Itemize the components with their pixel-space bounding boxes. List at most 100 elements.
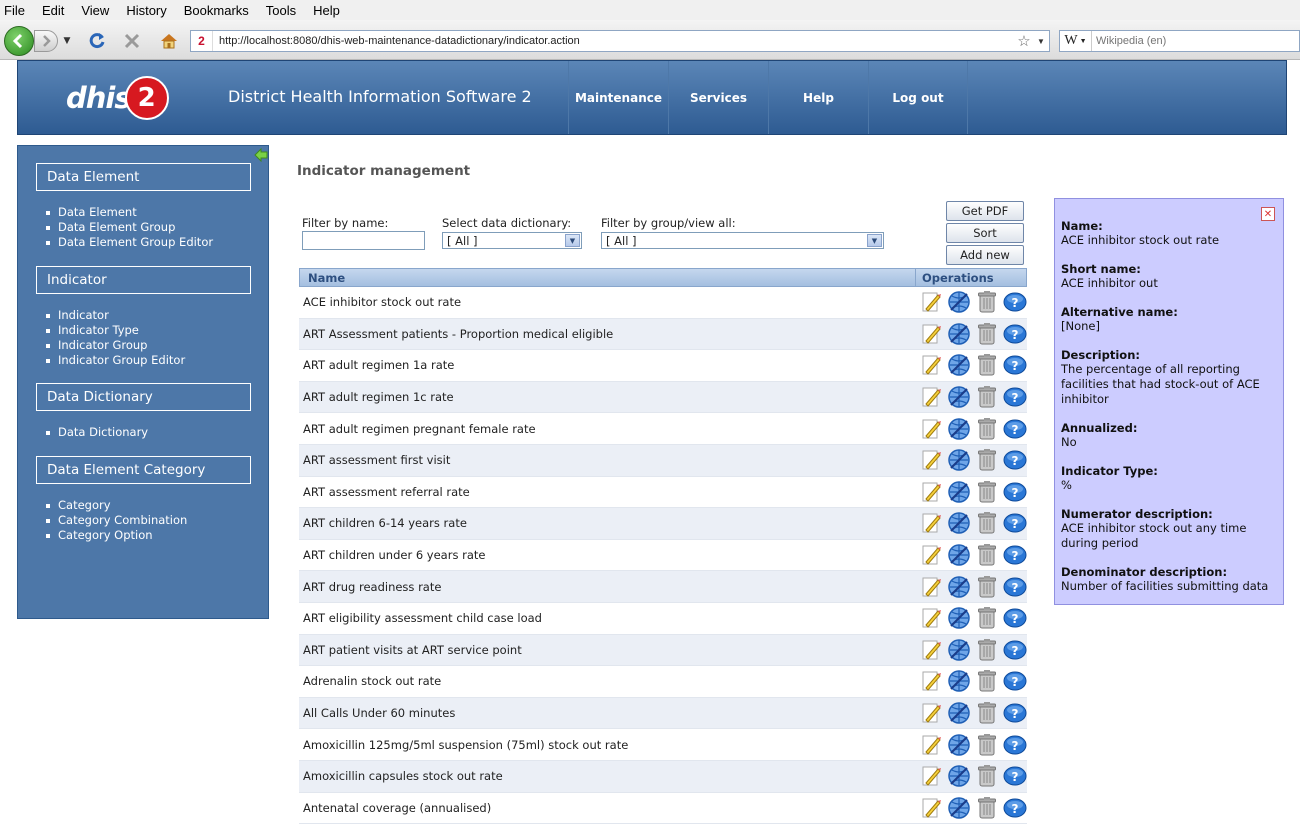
table-row[interactable]: ACE inhibitor stock out rate? [299, 287, 1027, 319]
sort-button[interactable]: Sort [946, 223, 1024, 243]
reload-button[interactable] [85, 29, 109, 53]
delete-icon[interactable] [974, 321, 999, 346]
table-row[interactable]: ART children 6-14 years rate? [299, 508, 1027, 540]
info-icon[interactable]: ? [1002, 701, 1027, 726]
chevron-down-icon[interactable]: ▼ [565, 234, 580, 247]
dictionary-select[interactable]: [ All ] ▼ [442, 232, 582, 249]
delete-icon[interactable] [974, 290, 999, 315]
menu-view[interactable]: View [81, 3, 109, 18]
url-text[interactable]: http://localhost:8080/dhis-web-maintenan… [219, 35, 1015, 47]
header-menu-help[interactable]: Help [768, 61, 868, 134]
header-menu-maintenance[interactable]: Maintenance [568, 61, 668, 134]
edit-icon[interactable] [918, 669, 943, 694]
edit-icon[interactable] [918, 448, 943, 473]
table-row[interactable]: ART drug readiness rate? [299, 571, 1027, 603]
edit-icon[interactable] [918, 479, 943, 504]
sidebar-item-data-element-group[interactable]: Data Element Group [46, 220, 213, 235]
table-row[interactable]: ART assessment first visit? [299, 445, 1027, 477]
table-row[interactable]: ART eligibility assessment child case lo… [299, 603, 1027, 635]
edit-icon[interactable] [918, 321, 943, 346]
info-icon[interactable]: ? [1002, 795, 1027, 820]
table-row[interactable]: All Calls Under 60 minutes? [299, 698, 1027, 730]
edit-icon[interactable] [918, 732, 943, 757]
filter-name-input[interactable] [302, 231, 425, 250]
group-select[interactable]: [ All ] ▼ [601, 232, 884, 249]
translate-icon[interactable] [946, 637, 971, 662]
info-icon[interactable]: ? [1002, 321, 1027, 346]
sidebar-item-category-option[interactable]: Category Option [46, 528, 187, 543]
collapse-sidebar-icon[interactable] [254, 148, 268, 162]
info-icon[interactable]: ? [1002, 353, 1027, 378]
info-icon[interactable]: ? [1002, 448, 1027, 473]
translate-icon[interactable] [946, 479, 971, 504]
table-row[interactable]: ART adult regimen pregnant female rate? [299, 413, 1027, 445]
edit-icon[interactable] [918, 574, 943, 599]
menu-edit[interactable]: Edit [42, 3, 64, 18]
delete-icon[interactable] [974, 606, 999, 631]
delete-icon[interactable] [974, 669, 999, 694]
bookmark-star-icon[interactable]: ☆ [1015, 32, 1033, 50]
history-dropdown-button[interactable]: ▼ [60, 32, 74, 50]
edit-icon[interactable] [918, 290, 943, 315]
edit-icon[interactable] [918, 764, 943, 789]
info-icon[interactable]: ? [1002, 290, 1027, 315]
sidebar-item-indicator-group-editor[interactable]: Indicator Group Editor [46, 353, 185, 368]
menu-tools[interactable]: Tools [266, 3, 296, 18]
sidebar-item-category-combination[interactable]: Category Combination [46, 513, 187, 528]
home-button[interactable] [157, 29, 181, 53]
table-row[interactable]: ART children under 6 years rate? [299, 540, 1027, 572]
translate-icon[interactable] [946, 795, 971, 820]
add-new-button[interactable]: Add new [946, 245, 1024, 265]
translate-icon[interactable] [946, 416, 971, 441]
forward-button[interactable] [34, 30, 58, 52]
info-icon[interactable]: ? [1002, 543, 1027, 568]
table-row[interactable]: ART adult regimen 1a rate? [299, 350, 1027, 382]
get-pdf-button[interactable]: Get PDF [946, 201, 1024, 221]
translate-icon[interactable] [946, 321, 971, 346]
translate-icon[interactable] [946, 732, 971, 757]
delete-icon[interactable] [974, 353, 999, 378]
delete-icon[interactable] [974, 385, 999, 410]
translate-icon[interactable] [946, 511, 971, 536]
delete-icon[interactable] [974, 637, 999, 662]
close-icon[interactable]: ✕ [1261, 207, 1275, 221]
translate-icon[interactable] [946, 385, 971, 410]
edit-icon[interactable] [918, 701, 943, 726]
menu-help[interactable]: Help [313, 3, 340, 18]
search-input[interactable] [1092, 35, 1299, 47]
sidebar-item-indicator[interactable]: Indicator [46, 308, 185, 323]
table-row[interactable]: ART Assessment patients - Proportion med… [299, 319, 1027, 351]
info-icon[interactable]: ? [1002, 732, 1027, 757]
sidebar-item-indicator-type[interactable]: Indicator Type [46, 323, 185, 338]
edit-icon[interactable] [918, 543, 943, 568]
table-row[interactable]: ART patient visits at ART service point? [299, 635, 1027, 667]
sidebar-item-data-element-group-editor[interactable]: Data Element Group Editor [46, 235, 213, 250]
stop-button[interactable] [120, 29, 144, 53]
edit-icon[interactable] [918, 416, 943, 441]
info-icon[interactable]: ? [1002, 479, 1027, 504]
delete-icon[interactable] [974, 764, 999, 789]
table-row[interactable]: Amoxicillin capsules stock out rate? [299, 761, 1027, 793]
sidebar-item-data-element[interactable]: Data Element [46, 205, 213, 220]
column-header-name[interactable]: Name [300, 269, 916, 286]
table-row[interactable]: Adrenalin stock out rate? [299, 666, 1027, 698]
info-icon[interactable]: ? [1002, 606, 1027, 631]
delete-icon[interactable] [974, 732, 999, 757]
delete-icon[interactable] [974, 416, 999, 441]
delete-icon[interactable] [974, 795, 999, 820]
edit-icon[interactable] [918, 795, 943, 820]
delete-icon[interactable] [974, 574, 999, 599]
sidebar-item-category[interactable]: Category [46, 498, 187, 513]
delete-icon[interactable] [974, 543, 999, 568]
translate-icon[interactable] [946, 764, 971, 789]
menu-file[interactable]: File [4, 3, 25, 18]
edit-icon[interactable] [918, 606, 943, 631]
table-row[interactable]: ART assessment referral rate? [299, 477, 1027, 509]
translate-icon[interactable] [946, 543, 971, 568]
delete-icon[interactable] [974, 448, 999, 473]
translate-icon[interactable] [946, 606, 971, 631]
info-icon[interactable]: ? [1002, 385, 1027, 410]
chevron-down-icon[interactable]: ▼ [867, 234, 882, 247]
sidebar-item-indicator-group[interactable]: Indicator Group [46, 338, 185, 353]
translate-icon[interactable] [946, 290, 971, 315]
